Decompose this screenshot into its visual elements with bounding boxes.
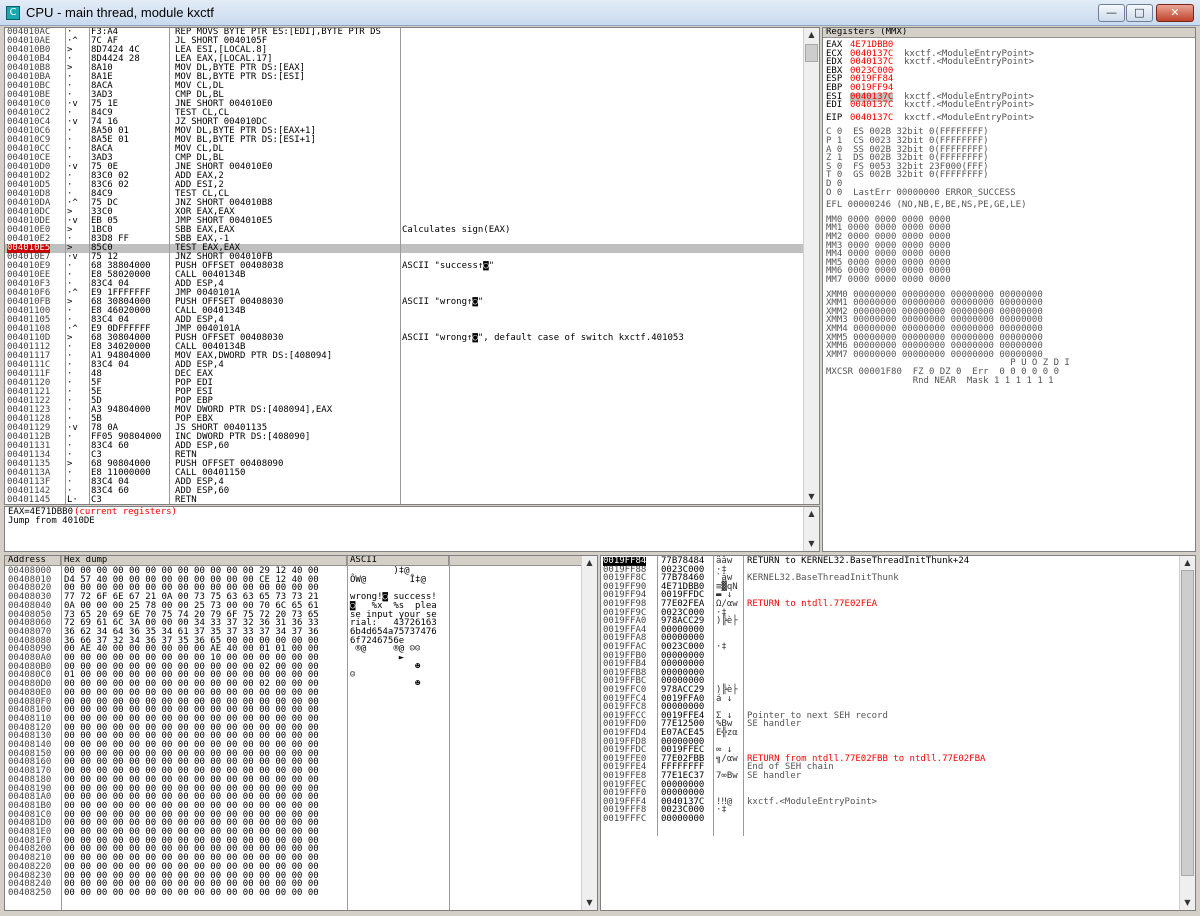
disasm-comment: ASCII "success↑◙" xyxy=(402,261,495,271)
disassembly-pane[interactable]: 004010AC · F3:A4 REP MOVS BYTE PTR ES:[EDI]… xyxy=(4,27,820,505)
disasm-row[interactable]: 004010B8 >8A10 MOV DL,BYTE PTR DS:[EAX] xyxy=(5,64,805,73)
flag-line: O 0 LastErr 00000000 ERROR_SUCCESS xyxy=(826,187,1016,198)
stack-scrollbar[interactable]: ▲ ▼ xyxy=(1179,556,1195,910)
register-value[interactable]: 0040137C xyxy=(850,113,893,123)
disasm-row[interactable]: 00401121 · 5E POP ESI xyxy=(5,388,805,397)
scroll-up-arrow-icon[interactable]: ▲ xyxy=(804,28,819,42)
registers-pane[interactable]: Registers (MMX) EAX 4E71DBB0 ECX 0040137C kx… xyxy=(822,27,1196,552)
stack-address: 0019FFFC xyxy=(603,814,647,824)
dump-ascii: ☻ xyxy=(350,679,421,690)
dump-ascii: ÔW@ Î‡@ xyxy=(350,574,426,585)
window-title: CPU - main thread, module kxctf xyxy=(26,5,214,20)
disasm-row[interactable]: 00401120 · 5F POP EDI xyxy=(5,379,805,388)
disasm-marker: L· xyxy=(67,495,78,505)
register-comment: kxctf.<ModuleEntryPoint> xyxy=(904,112,1035,123)
mmx-register: MM7 0000 0000 0000 0000 xyxy=(826,275,951,285)
dump-header-ascii[interactable]: ASCII xyxy=(347,556,449,566)
disasm-row[interactable]: 004010BE · 3AD3 CMP DL,BL xyxy=(5,91,805,100)
scroll-up-arrow-icon[interactable]: ▲ xyxy=(804,507,819,521)
disasm-instruction: RETN xyxy=(175,495,197,505)
flag-line: T 0 GS 002B 32bit 0(FFFFFFFF) xyxy=(826,170,989,181)
disasm-row[interactable]: 004010C9 · 8A5E 01 MOV BL,BYTE PTR DS:[ESI+… xyxy=(5,136,805,145)
disasm-comment: Calculates sign(EAX) xyxy=(402,225,511,235)
info-pane: EAX=4E71DBB0 (current registers) Jump fr… xyxy=(4,506,820,552)
close-button[interactable]: ✕ xyxy=(1156,4,1194,22)
scroll-up-arrow-icon[interactable]: ▲ xyxy=(582,556,597,570)
stack-pane[interactable]: 0019FF84 77B78484 äâw RETURN to KERNEL32.Ba… xyxy=(600,555,1196,911)
title-bar: C CPU - main thread, module kxctf — □ ✕ xyxy=(0,0,1200,26)
scrollbar-thumb[interactable] xyxy=(805,44,818,62)
scrollbar-thumb[interactable] xyxy=(1181,570,1194,876)
disasm-row[interactable]: 004010DC >33C0 XOR EAX,EAX xyxy=(5,208,805,217)
disasm-row[interactable]: 0040111F · 48 DEC EAX xyxy=(5,370,805,379)
disasm-row[interactable]: 004010AC · F3:A4 REP MOVS BYTE PTR ES:[EDI]… xyxy=(5,28,805,37)
disasm-row[interactable]: 004010CE · 3AD3 CMP DL,BL xyxy=(5,154,805,163)
disasm-row[interactable]: 004010B4 · 8D4424 28 LEA EAX,[LOCAL.17] xyxy=(5,55,805,64)
disasm-row[interactable]: 004010D5 · 83C6 02 ADD ESI,2 xyxy=(5,181,805,190)
hex-dump-pane[interactable]: Address Hex dump ASCII 00408000 00 00 00 … xyxy=(4,555,598,911)
disasm-row[interactable]: 004010D8 · 84C9 TEST CL,CL xyxy=(5,190,805,199)
info-jump-from: Jump from 4010DE xyxy=(8,516,95,526)
stack-row[interactable]: 0019FFFC 00000000 xyxy=(601,815,1179,824)
disasm-row[interactable]: 004010E2 · 83D8 FF SBB EAX,-1 xyxy=(5,235,805,244)
disasm-comment: ASCII "wrong↑◙" xyxy=(402,297,484,307)
dump-header-address[interactable]: Address xyxy=(5,556,61,566)
maximize-button[interactable]: □ xyxy=(1126,4,1153,22)
registers-header[interactable]: Registers (MMX) xyxy=(823,28,1195,38)
scroll-down-arrow-icon[interactable]: ▼ xyxy=(804,537,819,551)
dump-hex: 00 00 00 00 00 00 00 00 00 00 00 00 00 0… xyxy=(64,887,319,898)
disasm-row[interactable]: 004010E5 >85C0 TEST EAX,EAX xyxy=(5,244,805,253)
stack-value: 00000000 xyxy=(661,814,705,824)
disasm-row[interactable]: 004010C2 · 84C9 TEST CL,CL xyxy=(5,109,805,118)
scroll-up-arrow-icon[interactable]: ▲ xyxy=(1180,556,1195,570)
mxcsr-mask-line: Rnd NEAR Mask 1 1 1 1 1 1 xyxy=(826,375,1054,386)
dump-header-hex[interactable]: Hex dump xyxy=(61,556,347,566)
disasm-row[interactable]: 00401145 L· C3 RETN xyxy=(5,496,805,505)
disasm-hex: C3 xyxy=(91,495,102,505)
scroll-down-arrow-icon[interactable]: ▼ xyxy=(582,896,597,910)
minimize-button[interactable]: — xyxy=(1098,4,1125,22)
disasm-row[interactable]: 00401128 · 5B POP EBX xyxy=(5,415,805,424)
disasm-row[interactable]: 00401131 · 83C4 60 ADD ESP,60 xyxy=(5,442,805,451)
disasm-row[interactable]: 00401142 · 83C4 60 ADD ESP,60 xyxy=(5,487,805,496)
register-comment: kxctf.<ModuleEntryPoint> xyxy=(904,100,1035,111)
register-name: EIP xyxy=(826,112,843,123)
disasm-row[interactable]: 004010DA ·^ 75 DC JNZ SHORT 004010B8 xyxy=(5,199,805,208)
scroll-down-arrow-icon[interactable]: ▼ xyxy=(804,490,819,504)
info-scrollbar[interactable]: ▲ ▼ xyxy=(803,507,819,551)
dump-header-blank xyxy=(449,556,583,566)
dump-row[interactable]: 00408250 00 00 00 00 00 00 00 00 00 00 00… xyxy=(5,887,583,898)
disasm-row[interactable]: 004010BC · 8ACA MOV CL,DL xyxy=(5,82,805,91)
register-value[interactable]: 0040137C xyxy=(850,101,893,110)
disasm-row[interactable]: 00401123 · A3 94804000 MOV DWORD PTR DS:[40… xyxy=(5,406,805,415)
disasm-row[interactable]: 0040111C · 83C4 04 ADD ESP,4 xyxy=(5,361,805,370)
disasm-row[interactable]: 004010BA · 8A1E MOV BL,BYTE PTR DS:[ESI] xyxy=(5,73,805,82)
disasm-row[interactable]: 004010C0 ·v 75 1E JNE SHORT 004010E0 xyxy=(5,100,805,109)
dump-ascii: ☻ xyxy=(350,661,421,672)
disasm-comment: ASCII "wrong↑◙", default case of switch … xyxy=(402,333,684,343)
disasm-row[interactable]: 004010CC · 8ACA MOV CL,DL xyxy=(5,145,805,154)
disassembly-scrollbar[interactable]: ▲ ▼ xyxy=(803,28,819,504)
dump-address: 00408250 xyxy=(8,887,52,898)
scroll-down-arrow-icon[interactable]: ▼ xyxy=(1180,896,1195,910)
dump-scrollbar[interactable]: ▲ ▼ xyxy=(581,556,597,910)
register-name: EDI xyxy=(826,100,843,111)
eflags-line: EFL 00000246 (NO,NB,E,BE,NS,PE,GE,LE) xyxy=(826,200,1027,211)
disasm-address: 00401145 xyxy=(7,495,51,505)
app-icon: C xyxy=(6,6,20,20)
register-comment: kxctf.<ModuleEntryPoint> xyxy=(904,57,1035,68)
